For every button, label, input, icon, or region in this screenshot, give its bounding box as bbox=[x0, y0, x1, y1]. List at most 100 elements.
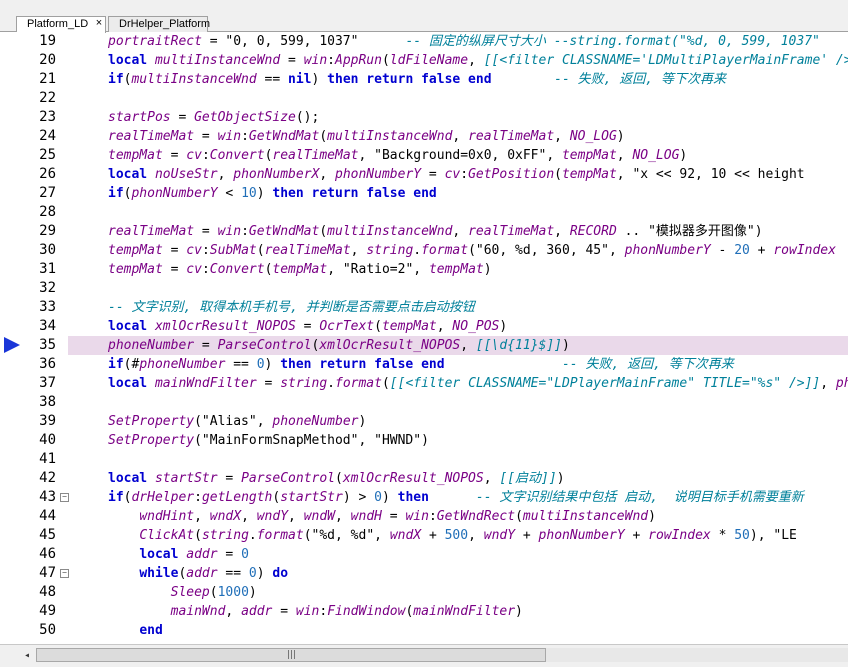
horizontal-scrollbar[interactable]: ◂ ||| bbox=[0, 644, 848, 667]
code-token: ldFileName bbox=[389, 53, 469, 68]
code-line[interactable]: tempMat = cv:SubMat(realTimeMat, string.… bbox=[108, 241, 836, 260]
code-token: ( bbox=[303, 528, 312, 543]
code-line[interactable]: Sleep(1000) bbox=[108, 583, 257, 602]
code-line[interactable]: if(#phoneNumber == 0) then return false … bbox=[108, 355, 734, 374]
code-line[interactable]: if(multiInstanceWnd == nil) then return … bbox=[108, 70, 726, 89]
code-token: 20 bbox=[734, 243, 750, 258]
code-token: ) bbox=[648, 509, 656, 524]
code-line[interactable]: mainWnd, addr = win:FindWindow(mainWndFi… bbox=[108, 602, 523, 621]
code-token: + bbox=[624, 528, 649, 543]
code-token: ) bbox=[358, 414, 367, 429]
code-token: . bbox=[327, 376, 335, 391]
line-number: 20 bbox=[39, 52, 56, 68]
code-token: win bbox=[405, 509, 429, 524]
code-line[interactable]: ClickAt(string.format("%d, %d", wndX + 5… bbox=[108, 526, 797, 545]
code-token: ( bbox=[256, 243, 265, 258]
code-line[interactable]: local multiInstanceWnd = win:AppRun(ldFi… bbox=[108, 51, 848, 70]
code-token: getLength bbox=[201, 490, 273, 505]
code-line[interactable]: if(phonNumberY < 10) then return false e… bbox=[108, 184, 437, 203]
code-token: phonNumberX bbox=[233, 167, 320, 182]
code-token: = bbox=[295, 319, 320, 334]
code-line[interactable]: portraitRect = "0, 0, 599, 1037" -- 固定的纵… bbox=[108, 32, 820, 51]
code-token: wndY bbox=[256, 509, 289, 524]
code-line[interactable]: SetProperty("Alias", phoneNumber) bbox=[108, 412, 366, 431]
code-editor[interactable]: 19 portraitRect = "0, 0, 599, 1037" -- 固定… bbox=[0, 32, 848, 644]
code-token: ) bbox=[499, 319, 508, 334]
code-line[interactable]: while(addr == 0) do bbox=[108, 564, 288, 583]
code-line[interactable]: local noUseStr, phonNumberX, phonNumberY… bbox=[108, 165, 805, 184]
code-token: < bbox=[217, 186, 242, 201]
code-line[interactable]: tempMat = cv:Convert(tempMat, "Ratio=2",… bbox=[108, 260, 492, 279]
code-line[interactable]: local xmlOcrResult_NOPOS = OcrText(tempM… bbox=[108, 317, 507, 336]
code-line[interactable]: end bbox=[108, 621, 162, 640]
code-token: ( bbox=[515, 509, 523, 524]
line-number: 29 bbox=[39, 223, 56, 239]
code-token: : bbox=[201, 262, 210, 277]
code-line[interactable]: tempMat = cv:Convert(realTimeMat, "Backg… bbox=[108, 146, 687, 165]
scrollbar-thumb[interactable]: ||| bbox=[36, 648, 546, 662]
code-token: then return false end bbox=[327, 72, 492, 87]
code-line[interactable]: realTimeMat = win:GetWndMat(multiInstanc… bbox=[108, 222, 763, 241]
line-number: 37 bbox=[39, 375, 56, 391]
fold-toggle-icon[interactable]: − bbox=[60, 569, 69, 578]
code-token: win bbox=[217, 129, 242, 144]
code-token: GetObjectSize bbox=[194, 110, 296, 125]
code-line[interactable]: startPos = GetObjectSize(); bbox=[108, 108, 319, 127]
code-line[interactable]: wndHint, wndX, wndY, wndW, wndH = win:Ge… bbox=[108, 507, 656, 526]
code-token: ( bbox=[319, 129, 328, 144]
code-token: startStr bbox=[280, 490, 343, 505]
code-token: wndX bbox=[389, 528, 422, 543]
code-token: -- 失败, 返回, 等下次再来 bbox=[554, 72, 726, 87]
scrollbar-track[interactable] bbox=[546, 648, 848, 662]
code-line[interactable]: SetProperty("MainFormSnapMethod", "HWND"… bbox=[108, 431, 429, 450]
code-token: ( bbox=[381, 53, 390, 68]
code-token: [[启动]] bbox=[499, 471, 557, 486]
line-number: 42 bbox=[39, 470, 56, 486]
line-number: 19 bbox=[39, 33, 56, 49]
code-token: phoneNumber bbox=[108, 338, 195, 353]
code-token: -- 固定的纵屏尺寸大小 --string.format("%d, 0, 599… bbox=[405, 34, 820, 49]
code-token: ( bbox=[374, 319, 382, 334]
code-token: string bbox=[366, 243, 414, 258]
code-token: rowIndex bbox=[648, 528, 711, 543]
code-token: realTimeMat bbox=[272, 148, 359, 163]
close-icon[interactable]: × bbox=[93, 18, 105, 30]
code-token: mainWnd bbox=[170, 604, 226, 619]
line-number: 36 bbox=[39, 356, 56, 372]
line-number: 44 bbox=[39, 508, 56, 524]
code-token: startStr bbox=[154, 471, 218, 486]
line-number: 27 bbox=[39, 185, 56, 201]
code-token: 0 bbox=[241, 547, 249, 562]
tab-drhelper-platform[interactable]: DrHelper_Platform bbox=[108, 16, 210, 32]
code-token: Convert bbox=[209, 262, 265, 277]
fold-toggle-icon[interactable]: − bbox=[60, 493, 69, 502]
code-token: , bbox=[358, 148, 375, 163]
code-line[interactable]: phoneNumber = ParseControl(xmlOcrResult_… bbox=[108, 336, 570, 355]
code-line[interactable]: local startStr = ParseControl(xmlOcrResu… bbox=[108, 469, 565, 488]
code-line[interactable]: -- 文字识别, 取得本机手机号, 并判断是否需要点击启动按钮 bbox=[108, 298, 475, 317]
code-token: , bbox=[436, 319, 453, 334]
code-token: GetWndMat bbox=[248, 224, 320, 239]
code-token: tempMat bbox=[272, 262, 328, 277]
code-token: if bbox=[108, 72, 124, 87]
code-token: = bbox=[162, 148, 187, 163]
code-token: mainWndFilter bbox=[413, 604, 516, 619]
code-line[interactable]: realTimeMat = win:GetWndMat(multiInstanc… bbox=[108, 127, 625, 146]
code-line[interactable]: local mainWndFilter = string.format([[<f… bbox=[108, 374, 848, 393]
code-token: , bbox=[820, 376, 836, 391]
code-line[interactable]: if(drHelper:getLength(startStr) > 0) the… bbox=[108, 488, 804, 507]
code-token: "LE bbox=[773, 528, 797, 543]
code-token: if bbox=[108, 357, 124, 372]
scroll-left-arrow-icon[interactable]: ◂ bbox=[20, 649, 34, 663]
code-line[interactable]: local addr = 0 bbox=[108, 545, 249, 564]
tab-platform-ld[interactable]: Platform_LD × bbox=[16, 16, 106, 33]
code-token: "%d, %d" bbox=[311, 528, 375, 543]
line-number: 46 bbox=[39, 546, 56, 562]
line-number: 28 bbox=[39, 204, 56, 220]
code-token: ) bbox=[264, 357, 281, 372]
code-token: , bbox=[483, 471, 500, 486]
code-token: , bbox=[452, 129, 469, 144]
code-token: + bbox=[421, 528, 445, 543]
code-token: realTimeMat bbox=[108, 129, 195, 144]
